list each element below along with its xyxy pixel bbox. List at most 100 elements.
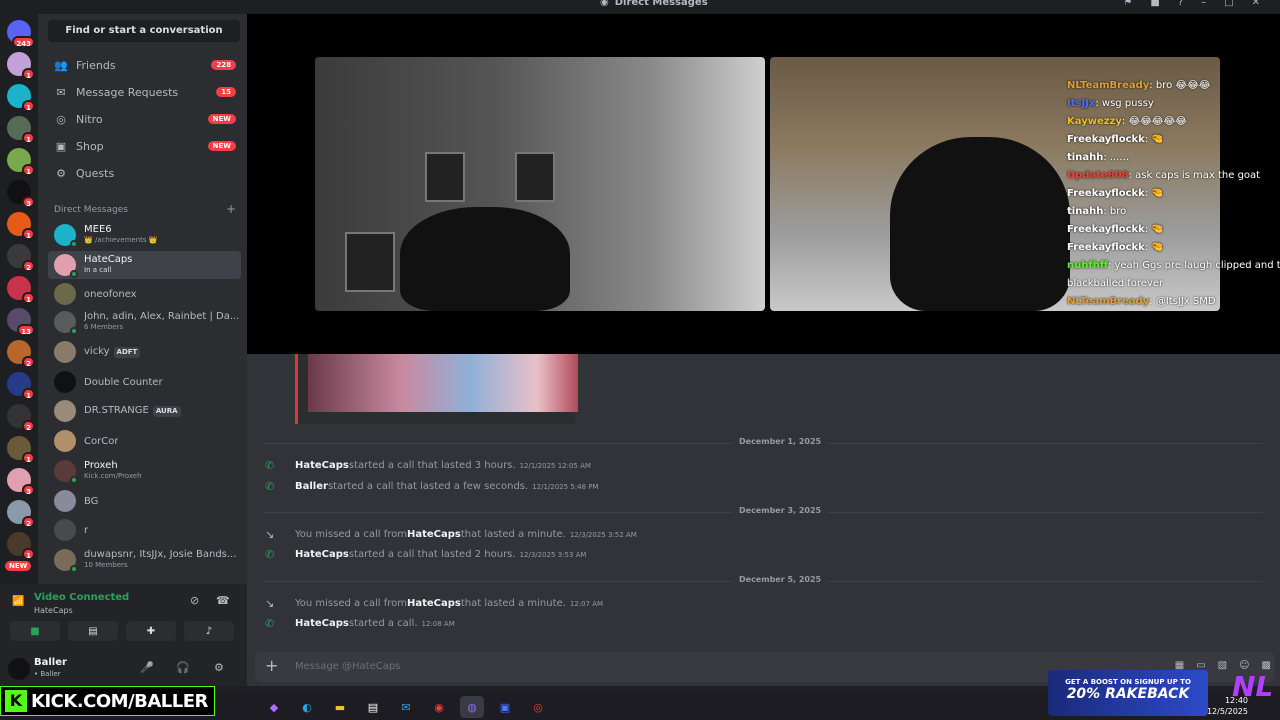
date-divider: December 1, 2025 — [263, 437, 1263, 446]
dm-header: Direct Messages — [54, 205, 128, 215]
server-icon[interactable]: 2 — [7, 500, 35, 528]
server-icon[interactable]: 1 — [7, 212, 35, 240]
nav-shop[interactable]: ▣ Shop NEW — [48, 134, 242, 158]
dm-item[interactable]: MEE6 👑 /achievements 👑 — [48, 221, 241, 249]
server-icon[interactable]: 3 — [7, 468, 35, 496]
server-icon[interactable]: 3 — [7, 180, 35, 208]
chat-line: Update808: ask caps is max the goat — [1067, 170, 1261, 181]
user-name[interactable]: Baller — [34, 657, 67, 668]
chrome-icon[interactable]: ◉ — [427, 696, 451, 718]
copilot-icon[interactable]: ◆ — [262, 696, 286, 718]
embed-image[interactable] — [308, 354, 578, 412]
date-divider: December 5, 2025 — [263, 575, 1263, 584]
window-title: ◉ Direct Messages — [600, 0, 708, 8]
dm-item[interactable]: duwapsnr, ItsJJx, Josie Bands... 10 Membe… — [48, 546, 241, 574]
call-message: ✆ HateCaps started a call. 12:08 AM — [265, 617, 455, 630]
dm-icon: ◉ — [600, 0, 609, 8]
chat-line: nuhfhff: yeah Ggs pre laugh clipped and … — [1067, 260, 1280, 271]
screen-share-button[interactable]: ▤ — [68, 621, 118, 641]
video-tile[interactable] — [315, 57, 765, 311]
server-icon[interactable]: 1 — [7, 52, 35, 80]
call-message: ↘ You missed a call from HateCaps that l… — [265, 528, 637, 541]
dm-item[interactable]: BG — [48, 487, 241, 515]
dm-item[interactable]: HateCaps In a call — [48, 251, 241, 279]
disconnect-icon[interactable]: ☎ — [216, 594, 230, 607]
call-message: ✆ HateCaps started a call that lasted 3 … — [265, 459, 591, 472]
server-rail: 243 1 1 1 1 3 1 2 1 13 2 1 2 1 3 2 1 NEW — [0, 14, 38, 584]
attach-plus-icon[interactable]: + — [265, 656, 278, 675]
avatar[interactable] — [8, 658, 30, 680]
mail-icon[interactable]: ✉ — [394, 696, 418, 718]
nav-friends[interactable]: 👥 Friends 228 — [48, 53, 242, 77]
wall-poster — [345, 232, 395, 292]
nav-quests[interactable]: ⚙ Quests — [48, 161, 242, 185]
server-icon[interactable]: 1 — [7, 148, 35, 176]
wall-poster — [515, 152, 555, 202]
inbox-icon[interactable]: ⚑ — [1123, 0, 1132, 8]
chat-line: Kaywezzy: 😂😂😂😂😂 — [1067, 116, 1187, 127]
voice-status[interactable]: Video Connected — [34, 592, 129, 603]
file-explorer-icon[interactable]: ▬ — [328, 696, 352, 718]
minimize-icon[interactable]: – — [1201, 0, 1206, 8]
avatar — [54, 460, 78, 484]
settings-gear-icon[interactable]: ⚙ — [214, 661, 224, 674]
search-input[interactable]: Find or start a conversation — [48, 20, 240, 42]
new-badge[interactable]: NEW — [5, 561, 32, 571]
server-icon[interactable]: 13 — [7, 308, 35, 336]
server-icon[interactable]: 1 — [7, 436, 35, 464]
missed-call-icon: ↘ — [265, 528, 275, 541]
dm-item[interactable]: vicky ADFT — [48, 338, 241, 366]
user-panel: Baller • Baller 🎤 🎧 ⚙ — [0, 650, 247, 686]
chat-line: Freekayflockk: 🤏 — [1067, 188, 1164, 199]
headphones-icon[interactable]: 🎧 — [176, 661, 190, 674]
store-icon[interactable]: ▤ — [361, 696, 385, 718]
main-panel: NLTeamBready: bro 😂😂😂 ItsJJx: wsg pussy … — [247, 14, 1280, 686]
close-icon[interactable]: ✕ — [1252, 0, 1260, 8]
server-icon[interactable]: 1 — [7, 84, 35, 112]
dm-item[interactable]: John, adin, Alex, Rainbet | Da... 6 Membe… — [48, 308, 241, 336]
nav-nitro[interactable]: ◎ Nitro NEW — [48, 107, 242, 131]
activities-button[interactable]: ✚ — [126, 621, 176, 641]
create-dm-icon[interactable]: + — [226, 202, 236, 216]
flag-icon[interactable]: ■ — [1150, 0, 1159, 8]
dm-item[interactable]: Proxeh Kick.com/Proxeh — [48, 457, 241, 485]
dm-item[interactable]: DR.STRANGE AURA — [48, 397, 241, 425]
camera-button[interactable]: ■ — [10, 621, 60, 641]
discord-icon[interactable]: ◍ — [460, 696, 484, 718]
chat-line: Freekayflockk: 🤏 — [1067, 242, 1164, 253]
nitro-icon: ◎ — [56, 112, 66, 126]
server-icon[interactable]: 1 — [7, 372, 35, 400]
noise-suppression-icon[interactable]: ⊘ — [190, 594, 199, 607]
app-icon[interactable]: ▣ — [493, 696, 517, 718]
edge-icon[interactable]: ◐ — [295, 696, 319, 718]
avatar — [54, 549, 78, 573]
call-message: ✆ Baller started a call that lasted a fe… — [265, 480, 599, 493]
server-icon[interactable]: 1 — [7, 532, 35, 560]
avatar — [54, 371, 76, 393]
dm-item[interactable]: Double Counter — [48, 368, 241, 396]
dm-item[interactable]: oneofonex — [48, 280, 241, 308]
message-input[interactable]: Message @HateCaps — [295, 661, 400, 672]
soundboard-button[interactable]: ♪ — [184, 621, 234, 641]
activities-icon: ✚ — [146, 625, 156, 637]
nav-message-requests[interactable]: ✉ Message Requests 15 — [48, 80, 242, 104]
server-icon[interactable]: 2 — [7, 340, 35, 368]
server-icon[interactable]: 1 — [7, 276, 35, 304]
server-icon[interactable]: 2 — [7, 404, 35, 432]
voice-channel[interactable]: HateCaps — [34, 606, 73, 615]
signal-icon: 📶 — [12, 596, 25, 607]
obs-icon[interactable]: ◎ — [526, 696, 550, 718]
server-icon[interactable]: 1 — [7, 116, 35, 144]
media-embed[interactable] — [295, 354, 578, 424]
sticker-icon[interactable]: ▧ — [1218, 660, 1227, 671]
home-button[interactable]: 243 — [7, 20, 35, 48]
chat-line: tinahh: ...... — [1067, 152, 1129, 163]
dm-item[interactable]: r — [48, 516, 241, 544]
dm-item[interactable]: CorCor — [48, 427, 241, 455]
microphone-icon[interactable]: 🎤 — [140, 661, 154, 674]
voice-panel: 📶 Video Connected HateCaps ⊘ ☎ ■ ▤ ✚ ♪ — [0, 584, 247, 650]
maximize-icon[interactable]: □ — [1224, 0, 1233, 8]
mail-icon: ✉ — [56, 85, 66, 99]
server-icon[interactable]: 2 — [7, 244, 35, 272]
help-icon[interactable]: ? — [1178, 0, 1183, 8]
